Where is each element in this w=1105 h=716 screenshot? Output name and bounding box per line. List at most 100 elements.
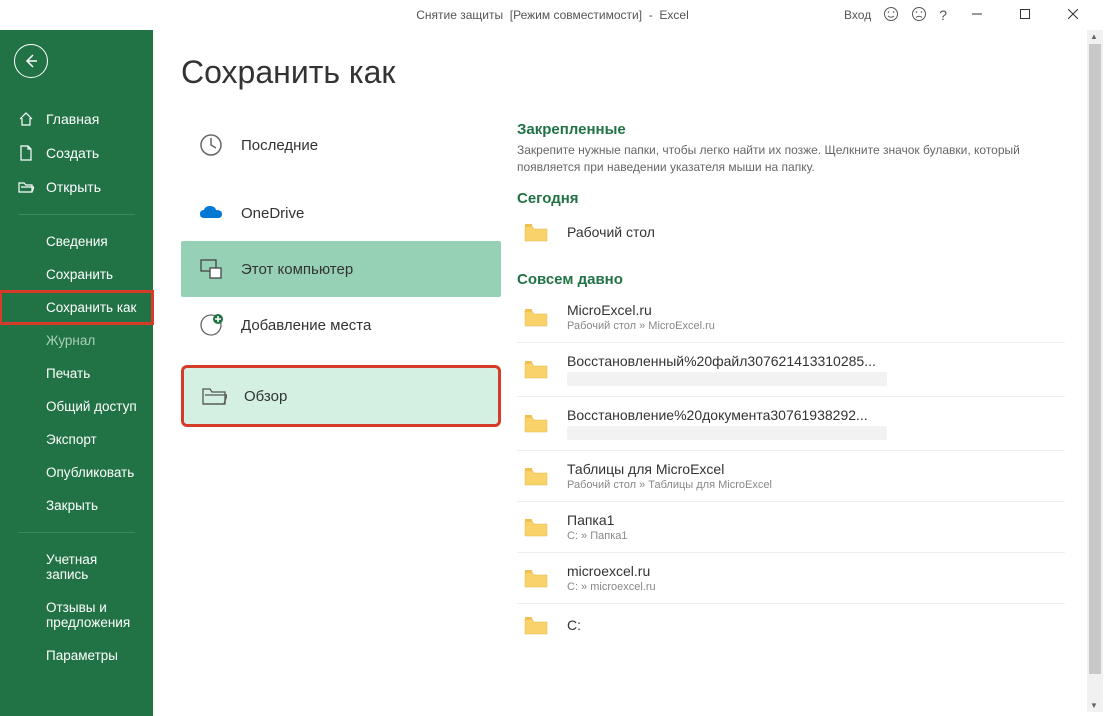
sidebar-item-share[interactable]: Общий доступ [0,390,153,423]
sidebar-label: Сведения [46,234,108,249]
scroll-down-arrow[interactable]: ▼ [1090,701,1098,710]
back-button[interactable] [14,44,48,78]
content-area: Сохранить как Последние OneDrive [153,30,1105,716]
sidebar-label: Создать [46,145,99,161]
scroll-up-arrow[interactable]: ▲ [1090,32,1098,41]
sidebar-label: Сохранить как [46,300,136,315]
folder-row[interactable]: microexcel.ru C: » microexcel.ru [517,552,1065,603]
sidebar-item-info[interactable]: Сведения [0,225,153,258]
sidebar-item-export[interactable]: Экспорт [0,423,153,456]
happy-face-icon[interactable] [883,6,899,25]
onedrive-icon [197,199,225,227]
folder-path: C: » Папка1 [567,530,628,542]
sidebar-label: Опубликовать [46,465,134,480]
location-label: Последние [241,137,318,154]
sidebar-label: Отзывы и предложения [46,600,139,630]
add-place-icon [197,311,225,339]
folder-text: Таблицы для MicroExcel Рабочий стол » Таб… [567,461,772,491]
folder-icon [523,465,549,487]
folder-icon [523,358,549,380]
sidebar-label: Общий доступ [46,399,137,414]
folder-icon [523,516,549,538]
sidebar-label: Закрыть [46,498,98,513]
folder-name: C: [567,617,581,633]
folder-text: Восстановление%20документа30761938292... [567,407,887,440]
folders-panel: Закрепленные Закрепите нужные папки, что… [501,117,1105,646]
sidebar-item-open[interactable]: Открыть [0,170,153,204]
pinned-description: Закрепите нужные папки, чтобы легко найт… [517,142,1065,176]
sidebar-label: Журнал [46,333,95,348]
folder-icon [523,614,549,636]
vertical-scrollbar[interactable]: ▲ ▼ [1087,30,1103,712]
sidebar-item-publish[interactable]: Опубликовать [0,456,153,489]
folder-name: MicroExcel.ru [567,302,715,318]
location-label: Этот компьютер [241,261,353,278]
location-this-pc[interactable]: Этот компьютер [181,241,501,297]
sidebar-item-new[interactable]: Создать [0,136,153,170]
location-label: Обзор [244,388,287,405]
folder-text: C: [567,617,581,633]
title-bar: Снятие защиты [Режим совместимости] - Ex… [0,0,1105,30]
folder-text: Рабочий стол [567,224,655,240]
sidebar-item-feedback[interactable]: Отзывы и предложения [0,591,153,639]
scrollbar-thumb[interactable] [1089,44,1101,674]
folder-row[interactable]: Папка1 C: » Папка1 [517,501,1065,552]
sidebar-item-close[interactable]: Закрыть [0,489,153,522]
signin-link[interactable]: Вход [844,8,871,22]
location-add-place[interactable]: Добавление места [181,297,501,353]
folder-path: Рабочий стол » MicroExcel.ru [567,320,715,332]
help-icon[interactable]: ? [939,7,947,23]
sidebar-label: Главная [46,111,99,127]
pinned-header: Закрепленные [517,121,1065,138]
sidebar-item-account[interactable]: Учетная запись [0,543,153,591]
folder-name: microexcel.ru [567,563,656,579]
sidebar-item-options[interactable]: Параметры [0,639,153,672]
folder-row[interactable]: C: [517,603,1065,646]
sad-face-icon[interactable] [911,6,927,25]
locations-list: Последние OneDrive Этот компьютер [181,117,501,646]
backstage-sidebar: Главная Создать Открыть Сведения Сохрани… [0,30,153,716]
folder-text: Восстановленный%20файл307621413310285... [567,353,887,386]
folder-name: Папка1 [567,512,628,528]
folder-text: Папка1 C: » Папка1 [567,512,628,542]
location-label: OneDrive [241,205,304,222]
sidebar-item-save[interactable]: Сохранить [0,258,153,291]
location-recent[interactable]: Последние [181,117,501,173]
sidebar-item-save-as[interactable]: Сохранить как [0,291,153,324]
page-title: Сохранить как [181,54,1105,91]
section-older-header: Совсем давно [517,271,1065,288]
folder-name: Таблицы для MicroExcel [567,461,772,477]
folder-icon [523,221,549,243]
sidebar-item-history: Журнал [0,324,153,357]
folder-open-icon [18,179,34,195]
folder-name: Рабочий стол [567,224,655,240]
folder-path: Рабочий стол » Таблицы для MicroExcel [567,479,772,491]
maximize-button[interactable] [1007,8,1043,22]
location-label: Добавление места [241,317,371,334]
sidebar-separator [18,214,135,215]
sidebar-label: Учетная запись [46,552,139,582]
clock-icon [197,131,225,159]
minimize-button[interactable] [959,8,995,22]
folder-row[interactable]: Восстановленный%20файл307621413310285... [517,342,1065,396]
folder-row[interactable]: Таблицы для MicroExcel Рабочий стол » Таб… [517,450,1065,501]
sidebar-item-print[interactable]: Печать [0,357,153,390]
folder-path: C: » microexcel.ru [567,581,656,593]
folder-row[interactable]: Восстановление%20документа30761938292... [517,396,1065,450]
folder-row[interactable]: MicroExcel.ru Рабочий стол » MicroExcel.r… [517,292,1065,342]
folder-text: microexcel.ru C: » microexcel.ru [567,563,656,593]
computer-icon [197,255,225,283]
window-title: Снятие защиты [Режим совместимости] - Ex… [416,8,689,22]
sidebar-separator [18,532,135,533]
section-today-header: Сегодня [517,190,1065,207]
folder-icon [523,306,549,328]
location-browse[interactable]: Обзор [181,365,501,427]
folder-name: Восстановленный%20файл307621413310285... [567,353,887,369]
sidebar-item-home[interactable]: Главная [0,102,153,136]
location-onedrive[interactable]: OneDrive [181,185,501,241]
close-button[interactable] [1055,8,1091,22]
folder-text: MicroExcel.ru Рабочий стол » MicroExcel.r… [567,302,715,332]
folder-row[interactable]: Рабочий стол [517,211,1065,253]
document-icon [18,145,34,161]
folder-browse-icon [200,382,228,410]
